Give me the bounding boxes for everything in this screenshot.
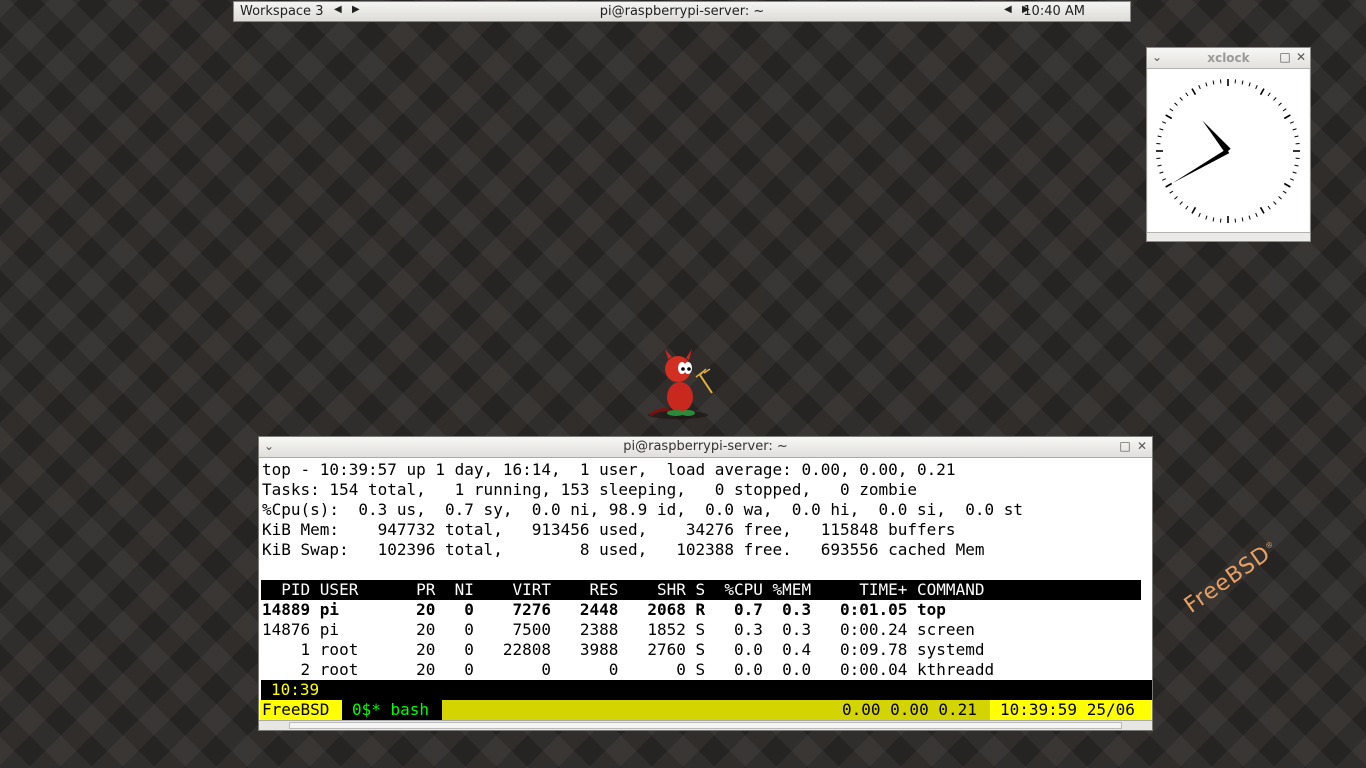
- clock-tick: [1165, 182, 1173, 188]
- xclock-window[interactable]: ⌄ xclock □ ✕: [1146, 47, 1311, 242]
- clock-tick: [1267, 205, 1271, 210]
- clock-tick: [1205, 215, 1208, 220]
- clock-tick: [1179, 201, 1183, 205]
- clock-tick: [1157, 164, 1162, 167]
- clock-tick: [1159, 171, 1164, 174]
- clock-tick: [1159, 128, 1164, 131]
- status-datetime: 10:39:59 25/06: [990, 700, 1151, 720]
- clock-tick: [1273, 97, 1277, 101]
- clock-tick: [1248, 215, 1251, 220]
- session-name: FreeBSD: [260, 700, 342, 720]
- clock-tick: [1273, 201, 1277, 205]
- clock-tick: [1278, 196, 1282, 200]
- clock-tick: [1198, 85, 1201, 90]
- clock-face: [1148, 69, 1309, 233]
- clock-tick: [1157, 135, 1162, 138]
- terminal-window[interactable]: ⌄ pi@raspberrypi-server: ~ □ ✕ top - 10:…: [258, 436, 1153, 731]
- horizontal-scrollbar[interactable]: [259, 720, 1152, 730]
- clock-tick: [1294, 135, 1299, 138]
- clock-tick: [1205, 82, 1208, 87]
- top-summary-mem: KiB Mem: 947732 total, 913456 used, 3427…: [262, 520, 956, 539]
- window-list[interactable]: 0$* bash: [342, 700, 442, 720]
- clock-tick: [1241, 217, 1244, 222]
- top-summary-tasks: Tasks: 154 total, 1 running, 153 sleepin…: [262, 480, 918, 499]
- xclock-bottom-border: [1147, 232, 1310, 241]
- table-row: 14876 pi 20 0 7500 2388 1852 S 0.3 0.3 0…: [262, 620, 975, 639]
- top-summary-swap: KiB Swap: 102396 total, 8 used, 102388 f…: [262, 540, 985, 559]
- clock-tick: [1292, 171, 1297, 174]
- clock-tick: [1179, 97, 1183, 101]
- terminal-screen[interactable]: top - 10:39:57 up 1 day, 16:14, 1 user, …: [260, 458, 1152, 721]
- panel-clock: 10:40 AM: [1023, 4, 1085, 19]
- clock-tick: [1289, 121, 1294, 124]
- clock-tick: [1283, 114, 1291, 120]
- clock-tick: [1278, 102, 1282, 106]
- xclock-titlebar[interactable]: ⌄ xclock □ ✕: [1147, 48, 1310, 69]
- window-prev-icon[interactable]: ◀: [1004, 4, 1012, 15]
- clock-tick: [1185, 205, 1189, 210]
- clock-tick: [1259, 88, 1265, 96]
- maximize-icon[interactable]: □: [1278, 50, 1292, 64]
- terminal-titlebar[interactable]: ⌄ pi@raspberrypi-server: ~ □ ✕: [259, 437, 1152, 458]
- clock-tick: [1198, 212, 1201, 217]
- maximize-icon[interactable]: □: [1118, 439, 1132, 453]
- freebsd-logo: FreeBSD®: [1180, 538, 1276, 619]
- clock-tick: [1185, 92, 1189, 97]
- scrollbar-thumb[interactable]: [289, 722, 1122, 729]
- clock-tick: [1165, 114, 1173, 120]
- clock-tick: [1191, 206, 1197, 214]
- clock-tick: [1255, 85, 1258, 90]
- clock-tick: [1282, 108, 1287, 112]
- caption-time: 10:39: [271, 680, 320, 699]
- clock-tick: [1191, 88, 1197, 96]
- top-panel: Workspace 3 ◀ ▶ pi@raspberrypi-server: ~…: [233, 1, 1131, 22]
- screen-status-bar: FreeBSD 0$* bash 0.00 0.00 0.21 10:39:59…: [260, 700, 1151, 720]
- analog-clock: [1156, 79, 1300, 223]
- screen-caption-bar: 10:39: [261, 680, 1152, 700]
- clock-tick: [1162, 178, 1167, 181]
- clock-tick: [1259, 206, 1265, 214]
- clock-tick: [1169, 108, 1174, 112]
- clock-tick: [1174, 196, 1178, 200]
- clock-tick: [1212, 80, 1215, 85]
- close-icon[interactable]: ✕: [1135, 439, 1149, 453]
- clock-tick: [1248, 82, 1251, 87]
- bsd-daemon-mascot: [648, 349, 713, 419]
- table-row: 1 root 20 0 22808 3988 2760 S 0.0 0.4 0:…: [262, 640, 985, 659]
- hour-hand: [1202, 120, 1231, 154]
- clock-tick: [1241, 80, 1244, 85]
- clock-tick: [1255, 212, 1258, 217]
- clock-tick: [1212, 217, 1215, 222]
- clock-tick: [1162, 121, 1167, 124]
- clock-tick: [1289, 178, 1294, 181]
- clock-tick: [1267, 92, 1271, 97]
- process-table-header: PID USER PR NI VIRT RES SHR S %CPU %MEM …: [261, 580, 1141, 600]
- process-table-header-text: PID USER PR NI VIRT RES SHR S %CPU %MEM …: [262, 580, 985, 599]
- top-summary-uptime: top - 10:39:57 up 1 day, 16:14, 1 user, …: [262, 460, 956, 479]
- clock-tick: [1292, 128, 1297, 131]
- close-icon[interactable]: ✕: [1294, 50, 1308, 64]
- clock-tick: [1174, 102, 1178, 106]
- freebsd-logo-text: FreeBSD: [1180, 541, 1276, 619]
- minute-hand: [1172, 148, 1230, 183]
- active-window-title[interactable]: pi@raspberrypi-server: ~: [234, 4, 1130, 19]
- top-summary-cpu: %Cpu(s): 0.3 us, 0.7 sy, 0.0 ni, 98.9 id…: [262, 500, 1023, 519]
- terminal-title: pi@raspberrypi-server: ~: [623, 439, 788, 454]
- table-row: 2 root 20 0 0 0 0 S 0.0 0.0 0:00.04 kthr…: [262, 660, 995, 679]
- clock-tick: [1283, 182, 1291, 188]
- clock-tick: [1282, 190, 1287, 194]
- table-row: 14889 pi 20 0 7276 2448 2068 R 0.7 0.3 0…: [262, 600, 946, 619]
- load-average: 0.00 0.00 0.21: [842, 700, 977, 719]
- clock-tick: [1294, 164, 1299, 167]
- clock-tick: [1169, 190, 1174, 194]
